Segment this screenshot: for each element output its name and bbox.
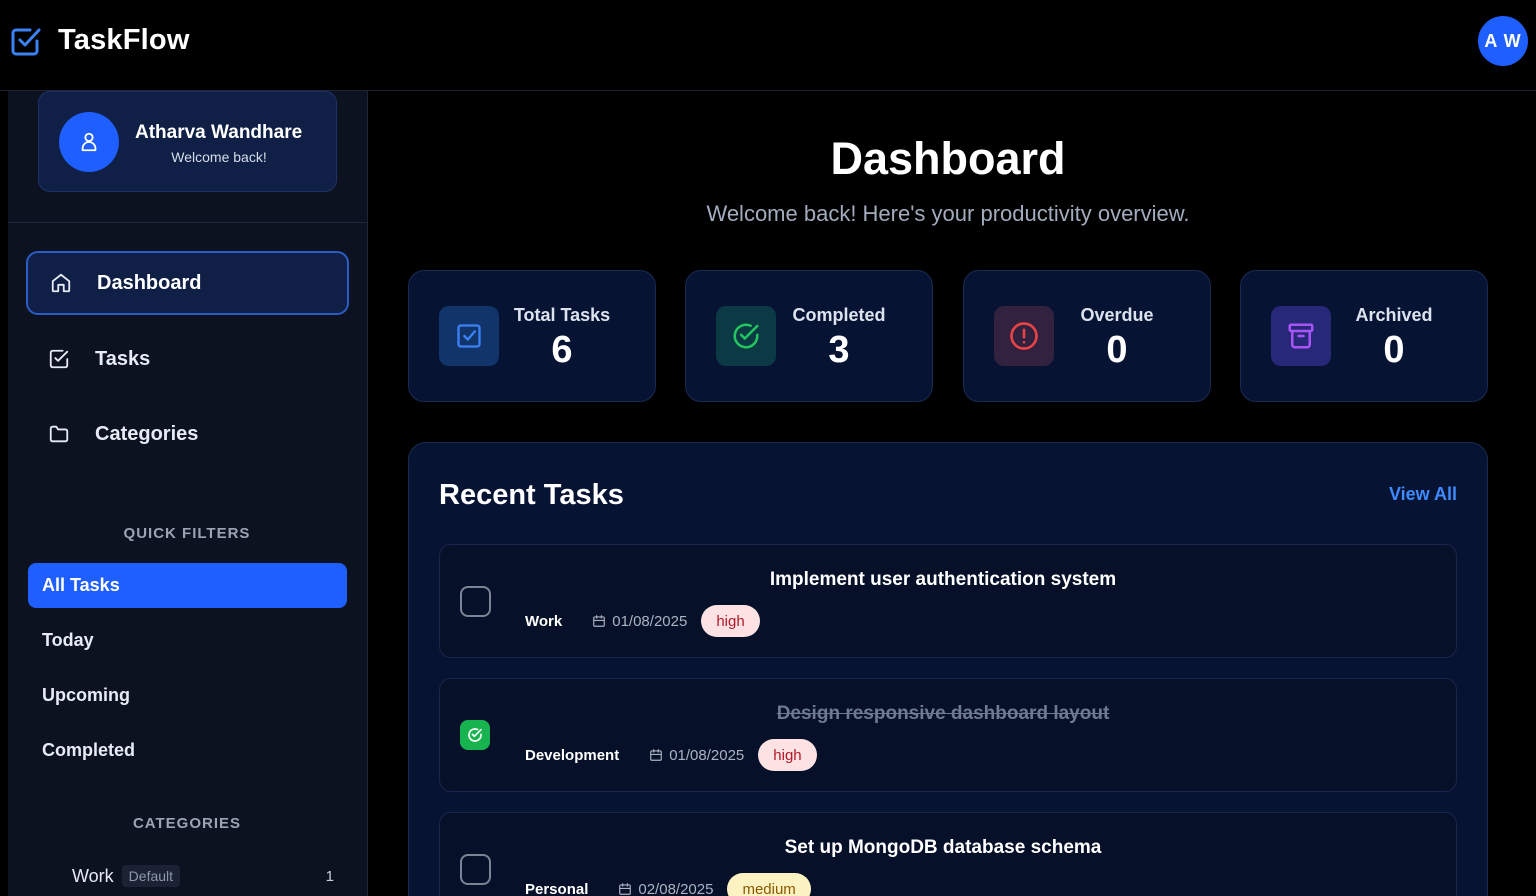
divider	[8, 222, 367, 223]
stat-label: Completed	[792, 305, 886, 325]
task-meta: Work 01/08/2025 high	[525, 605, 760, 637]
task-date-text: 02/08/2025	[638, 880, 714, 896]
category-count: 1	[325, 867, 334, 885]
archive-icon	[1271, 306, 1331, 366]
filter-all-tasks[interactable]: All Tasks	[28, 563, 347, 608]
stat-value: 0	[1383, 329, 1405, 371]
profile-card: Atharva Wandhare Welcome back!	[38, 91, 337, 192]
priority-badge: medium	[727, 873, 811, 896]
checkbox-icon	[11, 28, 41, 55]
app-name: TaskFlow	[58, 24, 190, 56]
task-title: Design responsive dashboard layout	[776, 703, 1110, 724]
task-date-text: 01/08/2025	[612, 612, 688, 630]
nav-tasks[interactable]: Tasks	[26, 327, 349, 391]
stat-card-archived: Archived 0	[1240, 270, 1488, 402]
priority-badge: high	[758, 739, 817, 771]
categories-title: CATEGORIES	[132, 815, 242, 832]
user-avatar[interactable]: A W	[1478, 16, 1528, 66]
sidebar: Atharva Wandhare Welcome back! Dashboard…	[8, 91, 368, 896]
stat-value: 3	[828, 329, 850, 371]
nav-categories[interactable]: Categories	[26, 402, 349, 466]
task-meta: Development 01/08/2025 high	[525, 739, 817, 771]
calendar-icon	[650, 749, 663, 761]
task-date: 01/08/2025	[649, 747, 744, 764]
stat-value: 0	[1106, 329, 1128, 371]
category-name: Work	[72, 865, 114, 886]
task-title: Implement user authentication system	[769, 569, 1117, 590]
task-card[interactable]: Set up MongoDB database schema Personal …	[439, 812, 1457, 896]
stat-label: Overdue	[1080, 305, 1154, 325]
calendar-icon	[593, 615, 606, 627]
home-icon	[51, 273, 71, 293]
nav-label: Categories	[95, 422, 199, 445]
task-card[interactable]: Design responsive dashboard layout Devel…	[439, 678, 1457, 792]
stat-card-completed: Completed 3	[685, 270, 933, 402]
nav-label: Dashboard	[97, 271, 202, 294]
nav-dashboard[interactable]: Dashboard	[26, 251, 349, 315]
quick-filters-title: QUICK FILTERS	[123, 525, 251, 542]
stat-label: Archived	[1355, 305, 1433, 325]
task-card[interactable]: Implement user authentication system Wor…	[439, 544, 1457, 658]
main-content: Dashboard Welcome back! Here's your prod…	[369, 91, 1536, 896]
stat-card-total: Total Tasks 6	[408, 270, 656, 402]
task-category: Personal	[525, 880, 589, 896]
filter-upcoming[interactable]: Upcoming	[28, 673, 347, 718]
task-date: 01/08/2025	[592, 613, 687, 630]
task-date: 02/08/2025	[618, 881, 713, 896]
profile-subtitle: Welcome back!	[171, 149, 267, 165]
checkbox-icon	[439, 306, 499, 366]
task-title: Set up MongoDB database schema	[784, 837, 1102, 858]
task-date-text: 01/08/2025	[669, 746, 745, 764]
calendar-icon	[619, 883, 632, 895]
profile-name: Atharva Wandhare	[135, 122, 303, 143]
default-badge: Default	[121, 865, 181, 887]
filter-today[interactable]: Today	[28, 618, 347, 663]
page-title: Dashboard	[830, 133, 1066, 184]
task-meta: Personal 02/08/2025 medium	[525, 873, 811, 896]
page-subtitle: Welcome back! Here's your productivity o…	[706, 201, 1190, 226]
priority-badge: high	[701, 605, 760, 637]
stat-value: 6	[551, 329, 573, 371]
check-circle-icon	[716, 306, 776, 366]
stat-label: Total Tasks	[513, 305, 611, 325]
task-category: Development	[525, 746, 620, 764]
filter-completed[interactable]: Completed	[28, 728, 347, 773]
recent-tasks-panel: Recent Tasks View All Implement user aut…	[408, 442, 1488, 896]
view-all-link[interactable]: View All	[1389, 484, 1457, 505]
user-icon	[59, 112, 119, 172]
brand[interactable]: TaskFlow	[10, 24, 190, 57]
checkbox-icon	[49, 349, 69, 369]
folder-icon	[49, 425, 69, 443]
task-category: Work	[525, 612, 563, 630]
recent-tasks-title: Recent Tasks	[439, 479, 624, 511]
check-circle-icon	[468, 728, 482, 742]
alert-circle-icon	[994, 306, 1054, 366]
nav-label: Tasks	[95, 347, 151, 370]
category-item-work[interactable]: Work Default 1	[72, 861, 334, 891]
stat-card-overdue: Overdue 0	[963, 270, 1211, 402]
top-bar: TaskFlow A W	[0, 0, 1536, 91]
